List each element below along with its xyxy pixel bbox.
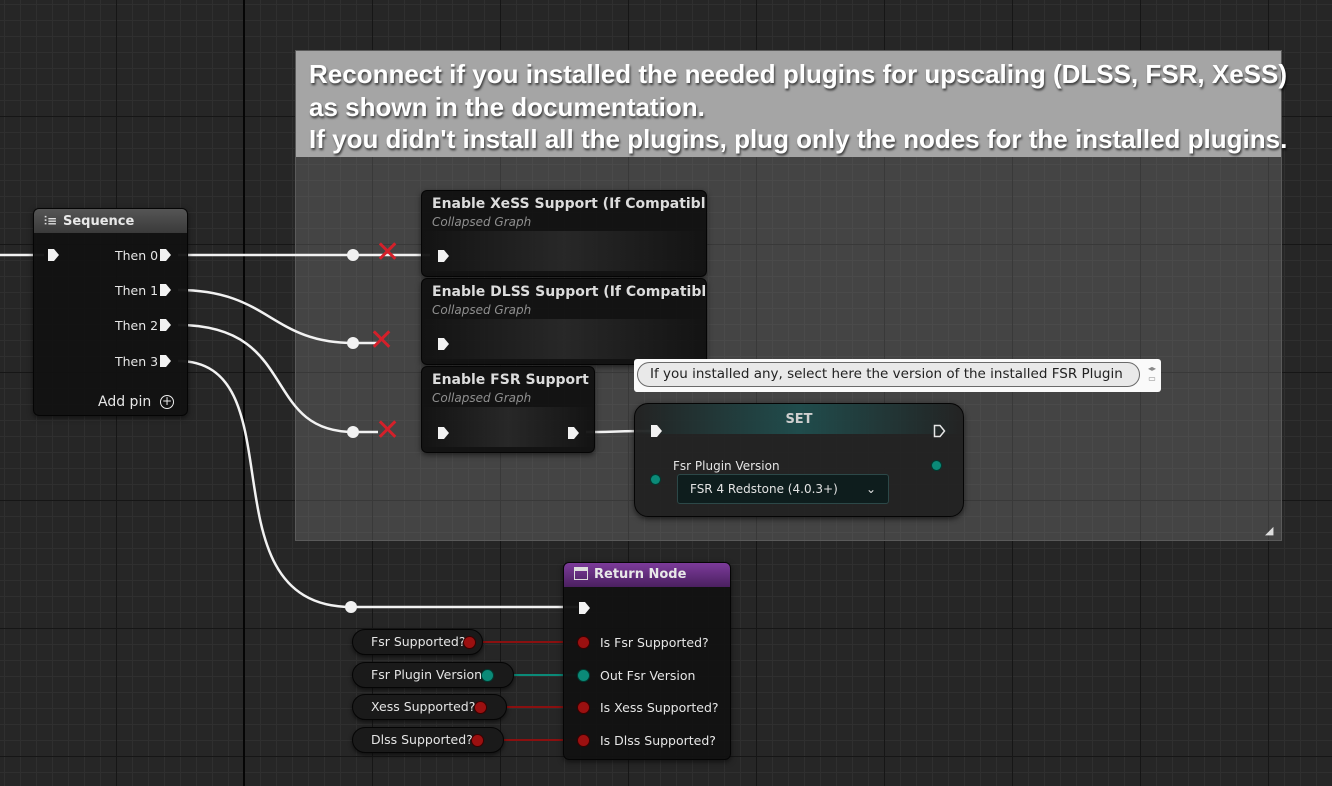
sequence-pin-label: Then 1 (115, 283, 159, 298)
sequence-pin-label: Then 2 (115, 318, 159, 333)
sequence-pin-label: Then 3 (115, 354, 159, 369)
node-comment-text: If you installed any, select here the ve… (637, 362, 1140, 387)
return-is-xess-supported-pin[interactable] (578, 702, 589, 713)
set-exec-in-pin[interactable] (650, 424, 663, 438)
sequence-title: Sequence (63, 214, 135, 229)
return-pin-label: Is Dlss Supported? (600, 733, 716, 748)
node-comment-bubble[interactable]: If you installed any, select here the ve… (634, 359, 1161, 392)
getter-label: Fsr Plugin Version (371, 667, 483, 682)
reroute-knot-then3[interactable] (345, 601, 357, 613)
set-exec-out-pin[interactable] (933, 424, 946, 438)
set-variable-label: Fsr Plugin Version (673, 459, 780, 473)
getter-dlss-supported-pin[interactable] (472, 735, 483, 746)
getter-fsr-supported-pin[interactable] (464, 637, 475, 648)
comment-bubble-controls-icon[interactable]: ◂▸ ▭ (1147, 364, 1157, 384)
collapsed-graph-title: Enable DLSS Support (If Compatible) (432, 284, 706, 300)
sequence-pin-label: Then 0 (115, 248, 159, 263)
return-node-header[interactable]: Return Node (564, 563, 730, 587)
fsr-exec-in-pin[interactable] (437, 426, 450, 440)
sequence-exec-in-pin[interactable] (47, 248, 60, 262)
sequence-then3-pin[interactable] (159, 354, 172, 368)
set-node-title: SET (785, 412, 813, 427)
getter-xess-supported-pin[interactable] (475, 702, 486, 713)
getter-label: Xess Supported? (371, 699, 476, 714)
getter-fsr-plugin-version-pin[interactable] (482, 670, 493, 681)
return-pin-label: Out Fsr Version (600, 668, 696, 683)
return-exec-in-pin[interactable] (578, 601, 591, 615)
collapsed-graph-body (422, 231, 706, 271)
return-node[interactable]: Return Node (563, 562, 731, 760)
xess-exec-in-pin[interactable] (437, 249, 450, 263)
getter-label: Fsr Supported? (371, 634, 466, 649)
sequence-then2-pin[interactable] (159, 318, 172, 332)
return-node-title: Return Node (594, 567, 687, 582)
getter-label: Dlss Supported? (371, 732, 473, 747)
dlss-exec-in-pin[interactable] (437, 337, 450, 351)
chevron-down-icon: ⌄ (865, 482, 876, 496)
function-icon (574, 567, 588, 580)
reroute-knot-then2[interactable] (347, 426, 359, 438)
disconnected-x-icon: ✕ (375, 235, 401, 270)
set-value-in-pin[interactable] (651, 475, 660, 484)
add-pin-icon[interactable]: + (160, 395, 174, 409)
sequence-node-header[interactable]: ⫶≡ Sequence (34, 209, 187, 233)
sequence-node[interactable]: ⫶≡ Sequence (33, 208, 188, 416)
sequence-then1-pin[interactable] (159, 283, 172, 297)
return-is-dlss-supported-pin[interactable] (578, 735, 589, 746)
collapsed-graph-subtitle: Collapsed Graph (432, 215, 532, 229)
return-out-fsr-version-pin[interactable] (578, 670, 589, 681)
add-pin-button[interactable]: Add pin (98, 394, 151, 410)
reroute-knot-then0[interactable] (347, 249, 359, 261)
disconnected-x-icon: ✕ (369, 323, 395, 358)
collapsed-graph-subtitle: Collapsed Graph (432, 303, 532, 317)
fsr-version-selected: FSR 4 Redstone (4.0.3+) (690, 482, 838, 496)
fsr-exec-out-pin[interactable] (567, 426, 580, 440)
collapsed-graph-title: Enable XeSS Support (If Compatible) (432, 196, 706, 212)
collapsed-graph-dlss[interactable]: Enable DLSS Support (If Compatible) Coll… (421, 278, 707, 365)
return-pin-label: Is Xess Supported? (600, 700, 719, 715)
set-value-out-pin[interactable] (932, 461, 941, 470)
reroute-knot-then1[interactable] (347, 337, 359, 349)
sequence-then0-pin[interactable] (159, 248, 172, 262)
collapsed-graph-title: Enable FSR Support (432, 372, 589, 388)
disconnected-x-icon: ✕ (375, 413, 401, 448)
return-is-fsr-supported-pin[interactable] (578, 637, 589, 648)
sequence-icon: ⫶≡ (44, 214, 58, 228)
collapsed-graph-body (422, 319, 706, 359)
collapsed-graph-subtitle: Collapsed Graph (432, 391, 532, 405)
return-pin-label: Is Fsr Supported? (600, 635, 709, 650)
collapsed-graph-xess[interactable]: Enable XeSS Support (If Compatible) Coll… (421, 190, 707, 277)
fsr-version-dropdown[interactable]: FSR 4 Redstone (4.0.3+) ⌄ (677, 474, 889, 504)
set-fsr-plugin-version-node[interactable]: SET Fsr Plugin Version FSR 4 Redstone (4… (634, 403, 964, 517)
